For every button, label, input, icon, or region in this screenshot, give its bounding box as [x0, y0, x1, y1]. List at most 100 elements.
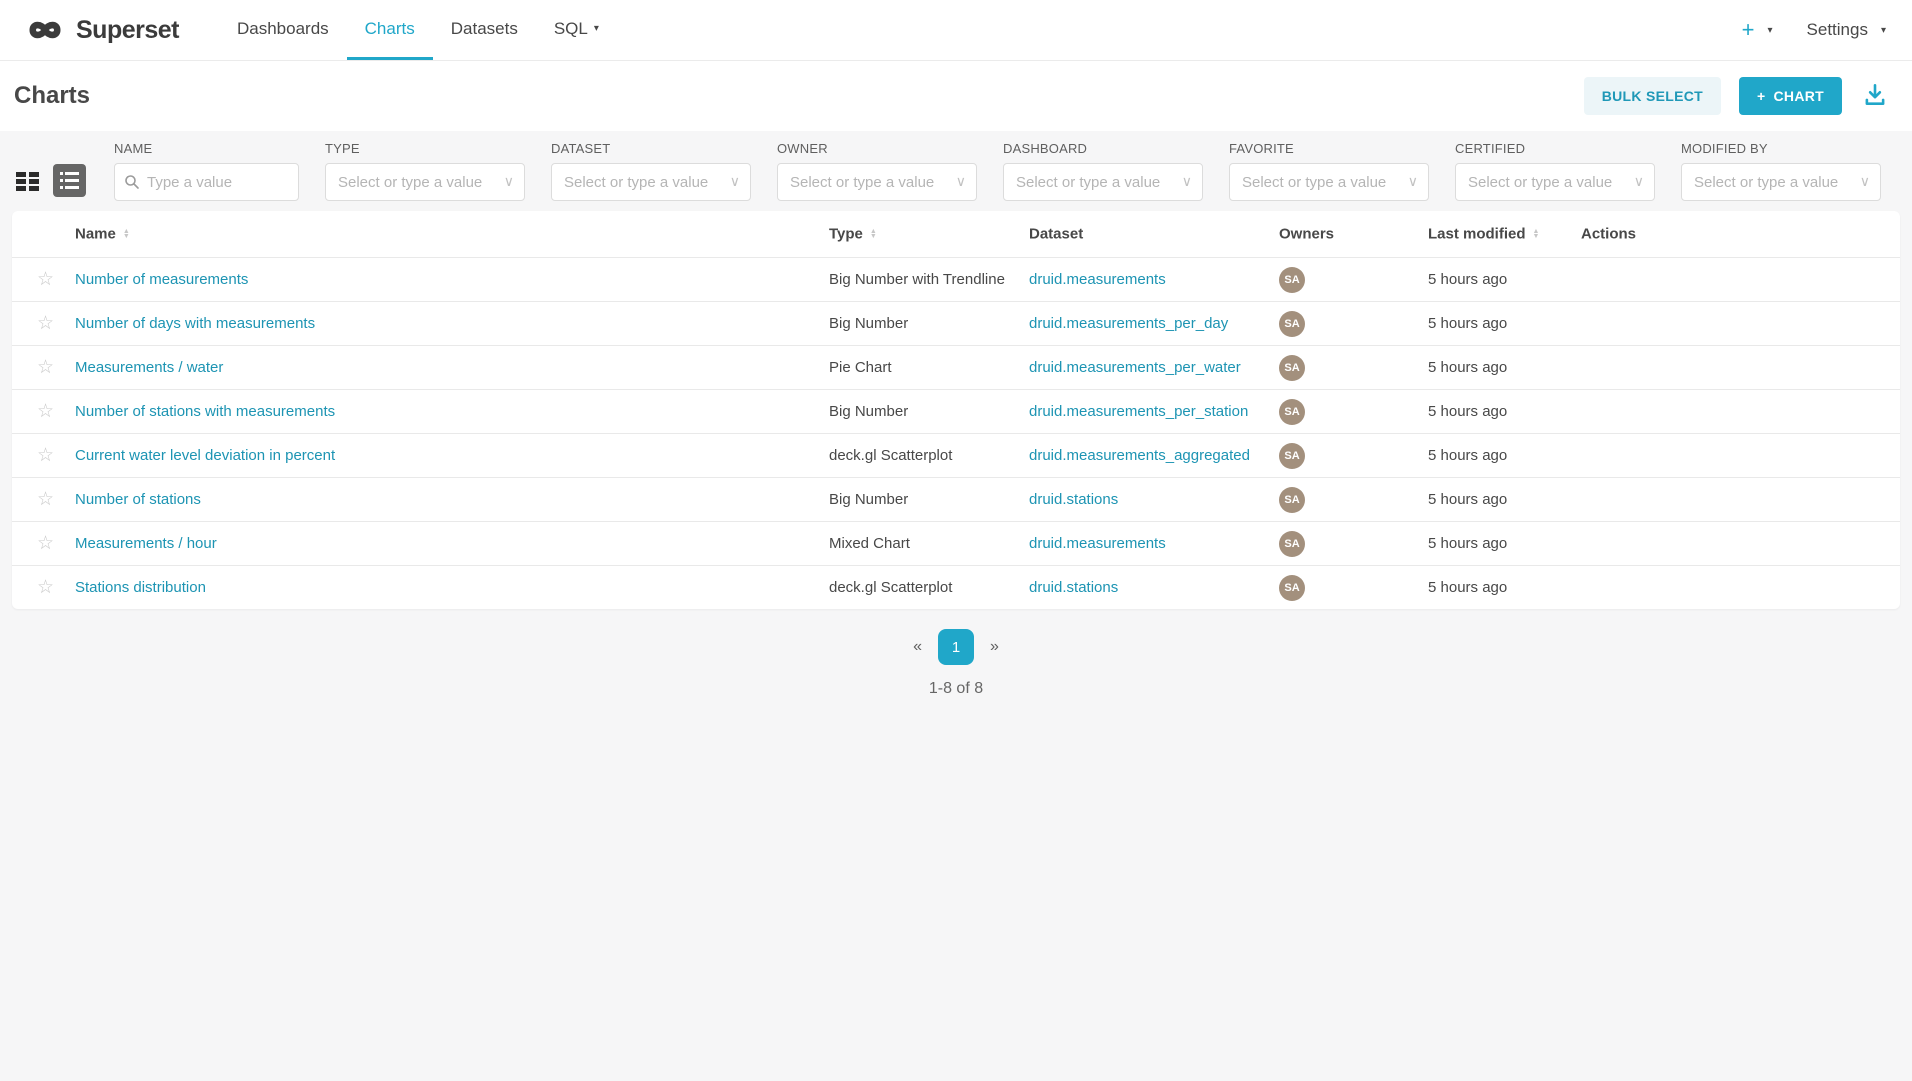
last-modified: 5 hours ago: [1428, 579, 1507, 596]
page-1-button[interactable]: 1: [938, 629, 974, 665]
filter-input[interactable]: [551, 163, 751, 201]
superset-infinity-icon: [24, 15, 66, 45]
dataset-link[interactable]: druid.measurements_per_station: [1029, 403, 1248, 420]
export-button[interactable]: [1860, 80, 1890, 113]
owner-avatar[interactable]: SA: [1279, 531, 1305, 557]
owner-avatar[interactable]: SA: [1279, 443, 1305, 469]
chart-name-link[interactable]: Number of stations with measurements: [75, 403, 335, 420]
filter-group: MODIFIED BY ∨: [1681, 141, 1881, 201]
sort-icon[interactable]: ▲▼: [123, 229, 130, 239]
plus-icon: +: [1757, 88, 1765, 104]
nav-item-sql[interactable]: SQL ▾: [536, 0, 617, 60]
column-header-name[interactable]: Name: [75, 226, 116, 243]
chart-type: deck.gl Scatterplot: [829, 447, 952, 464]
chart-name-link[interactable]: Number of measurements: [75, 271, 248, 288]
filter-input[interactable]: [1681, 163, 1881, 201]
owner-avatar[interactable]: SA: [1279, 311, 1305, 337]
new-chart-button[interactable]: + CHART: [1739, 77, 1842, 115]
nav-item-datasets[interactable]: Datasets: [433, 0, 536, 60]
filter-input[interactable]: [1003, 163, 1203, 201]
dataset-link[interactable]: druid.stations: [1029, 491, 1118, 508]
sort-icon[interactable]: ▲▼: [870, 229, 877, 239]
chevron-down-icon: ∨: [1182, 173, 1192, 190]
dataset-link[interactable]: druid.measurements_per_water: [1029, 359, 1241, 376]
download-icon: [1862, 82, 1888, 108]
filter-label: NAME: [114, 141, 299, 156]
last-modified: 5 hours ago: [1428, 447, 1507, 464]
filter-input[interactable]: [777, 163, 977, 201]
favorite-star-icon[interactable]: ☆: [37, 578, 54, 597]
table-row: ☆ Number of stations with measurements B…: [12, 389, 1900, 433]
column-header-dataset: Dataset: [1029, 226, 1083, 243]
prev-page-button[interactable]: «: [913, 638, 922, 656]
chart-name-link[interactable]: Number of stations: [75, 491, 201, 508]
favorite-star-icon[interactable]: ☆: [37, 534, 54, 553]
table-row: ☆ Number of stations Big Number druid.st…: [12, 477, 1900, 521]
filter-label: TYPE: [325, 141, 525, 156]
list-view-toggle[interactable]: [53, 164, 86, 197]
chart-type: Big Number: [829, 315, 908, 332]
favorite-star-icon[interactable]: ☆: [37, 314, 54, 333]
chart-name-link[interactable]: Measurements / water: [75, 359, 223, 376]
last-modified: 5 hours ago: [1428, 491, 1507, 508]
new-item-menu[interactable]: + ▾: [1742, 17, 1773, 43]
favorite-star-icon[interactable]: ☆: [37, 358, 54, 377]
charts-table: Name ▲▼ Type ▲▼ Dataset Owners Last modifi…: [12, 211, 1900, 609]
dataset-link[interactable]: druid.measurements: [1029, 535, 1166, 552]
last-modified: 5 hours ago: [1428, 315, 1507, 332]
filter-input[interactable]: [1455, 163, 1655, 201]
dataset-link[interactable]: druid.measurements: [1029, 271, 1166, 288]
filter-label: DATASET: [551, 141, 751, 156]
chevron-down-icon: ∨: [504, 173, 514, 190]
last-modified: 5 hours ago: [1428, 359, 1507, 376]
chart-type: Mixed Chart: [829, 535, 910, 552]
filters: NAME ∨ TYPE: [114, 141, 1881, 201]
column-header-owners: Owners: [1279, 226, 1334, 243]
filter-group: CERTIFIED ∨: [1455, 141, 1655, 201]
dataset-link[interactable]: druid.measurements_aggregated: [1029, 447, 1250, 464]
card-view-toggle[interactable]: [14, 169, 41, 193]
chart-name-link[interactable]: Measurements / hour: [75, 535, 217, 552]
filter-input[interactable]: [325, 163, 525, 201]
dataset-link[interactable]: druid.stations: [1029, 579, 1118, 596]
bulk-select-button[interactable]: BULK SELECT: [1584, 77, 1721, 115]
owner-avatar[interactable]: SA: [1279, 575, 1305, 601]
nav-item-charts[interactable]: Charts: [347, 0, 433, 60]
main-nav: Dashboards Charts Datasets SQL ▾: [219, 0, 617, 60]
owner-avatar[interactable]: SA: [1279, 355, 1305, 381]
chart-type: deck.gl Scatterplot: [829, 579, 952, 596]
owner-avatar[interactable]: SA: [1279, 399, 1305, 425]
favorite-star-icon[interactable]: ☆: [37, 490, 54, 509]
filter-group: DASHBOARD ∨: [1003, 141, 1203, 201]
brand-name: Superset: [76, 16, 179, 45]
filter-group: OWNER ∨: [777, 141, 977, 201]
dataset-link[interactable]: druid.measurements_per_day: [1029, 315, 1228, 332]
chart-name-link[interactable]: Number of days with measurements: [75, 315, 315, 332]
last-modified: 5 hours ago: [1428, 535, 1507, 552]
filter-input[interactable]: [114, 163, 299, 201]
filter-label: MODIFIED BY: [1681, 141, 1881, 156]
favorite-star-icon[interactable]: ☆: [37, 446, 54, 465]
page-header: Charts BULK SELECT + CHART: [0, 61, 1912, 131]
sort-icon[interactable]: ▲▼: [1533, 229, 1540, 239]
table-header-row: Name ▲▼ Type ▲▼ Dataset Owners Last modifi…: [12, 211, 1900, 257]
owner-avatar[interactable]: SA: [1279, 267, 1305, 293]
filter-input[interactable]: [1229, 163, 1429, 201]
settings-menu[interactable]: Settings ▾: [1807, 20, 1886, 40]
filter-label: FAVORITE: [1229, 141, 1429, 156]
plus-icon: +: [1742, 17, 1755, 43]
owner-avatar[interactable]: SA: [1279, 487, 1305, 513]
favorite-star-icon[interactable]: ☆: [37, 270, 54, 289]
next-page-button[interactable]: »: [990, 638, 999, 656]
superset-logo[interactable]: Superset: [24, 0, 179, 60]
list-view-icon: [59, 171, 80, 190]
filter-label: DASHBOARD: [1003, 141, 1203, 156]
chart-name-link[interactable]: Stations distribution: [75, 579, 206, 596]
filter-group: DATASET ∨: [551, 141, 751, 201]
column-header-type[interactable]: Type: [829, 226, 863, 243]
favorite-star-icon[interactable]: ☆: [37, 402, 54, 421]
column-header-last-modified[interactable]: Last modified: [1428, 226, 1526, 243]
chart-type: Big Number with Trendline: [829, 271, 1005, 288]
nav-item-dashboards[interactable]: Dashboards: [219, 0, 347, 60]
chart-name-link[interactable]: Current water level deviation in percent: [75, 447, 335, 464]
